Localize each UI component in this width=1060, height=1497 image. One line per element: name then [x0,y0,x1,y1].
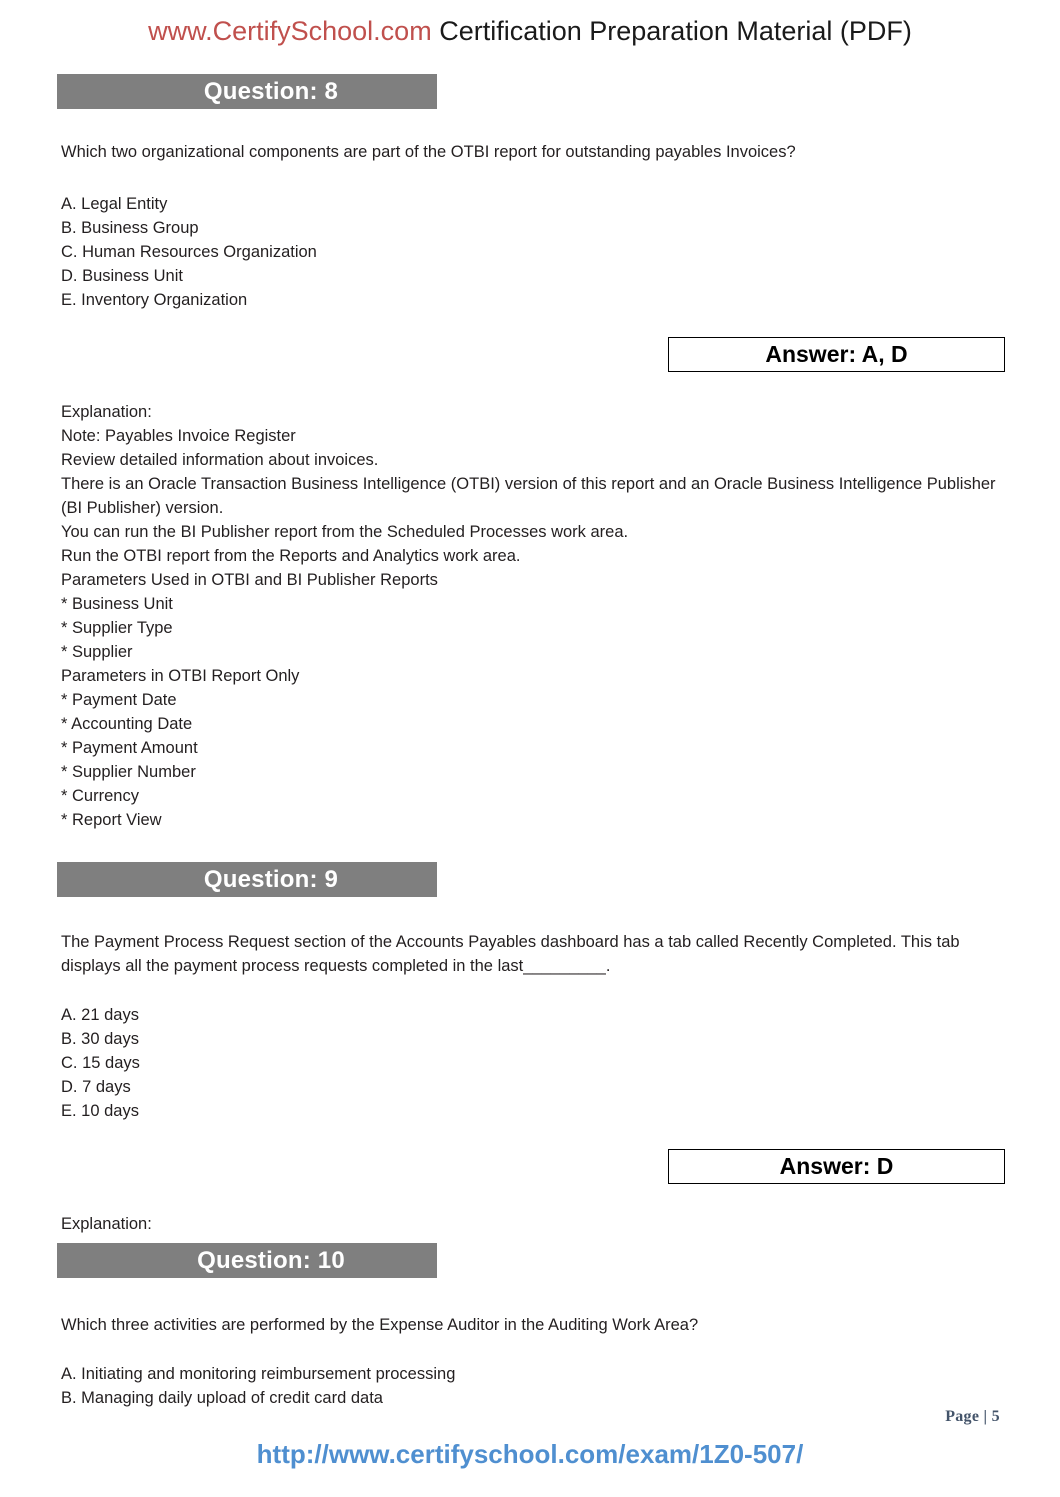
answer-box-9: Answer: D [668,1149,1005,1184]
option-8-d: D. Business Unit [61,267,183,285]
explanation-8-line-6: * Business Unit [61,595,173,613]
question-options-10: A. Initiating and monitoring reimburseme… [61,1362,761,1410]
explanation-8-line-15: * Report View [61,811,162,829]
explanation-8-line-9: Parameters in OTBI Report Only [61,667,300,685]
explanation-8-line-5: Parameters Used in OTBI and BI Publisher… [61,571,438,589]
explanation-label-9: Explanation: [61,1215,152,1233]
site-tagline: Certification Preparation Material (PDF) [431,16,912,46]
question-banner-9: Question: 9 [57,862,437,897]
option-8-a: A. Legal Entity [61,195,168,213]
question-stem-8: Which two organizational components are … [61,140,1001,164]
answer-box-8: Answer: A, D [668,337,1005,372]
question-options-9: A. 21 days B. 30 days C. 15 days D. 7 da… [61,1003,481,1123]
question-banner-10: Question: 10 [57,1243,437,1278]
explanation-8-line-10: * Payment Date [61,691,177,709]
explanation-8-line-2: There is an Oracle Transaction Business … [61,475,996,517]
question-stem-9-text: The Payment Process Request section of t… [61,933,960,975]
explanation-8-line-12: * Payment Amount [61,739,198,757]
option-10-a: A. Initiating and monitoring reimburseme… [61,1365,456,1383]
footer-url[interactable]: http://www.certifyschool.com/exam/1Z0-50… [0,1439,1060,1470]
option-9-c: C. 15 days [61,1054,140,1072]
explanation-8-line-1: Review detailed information about invoic… [61,451,379,469]
explanation-8-line-13: * Supplier Number [61,763,196,781]
site-brand: www.CertifySchool.com [148,16,432,46]
option-8-c: C. Human Resources Organization [61,243,317,261]
explanation-8: Explanation: Note: Payables Invoice Regi… [61,400,1001,832]
option-9-e: E. 10 days [61,1102,139,1120]
option-9-b: B. 30 days [61,1030,139,1048]
question-stem-9: The Payment Process Request section of t… [61,930,1001,978]
option-10-b: B. Managing daily upload of credit card … [61,1389,383,1407]
page-number: Page | 5 [945,1408,1000,1425]
page-header: www.CertifySchool.com Certification Prep… [0,14,1060,48]
explanation-8-line-3: You can run the BI Publisher report from… [61,523,629,541]
option-9-a: A. 21 days [61,1006,139,1024]
explanation-8-line-7: * Supplier Type [61,619,173,637]
pdf-page: www.CertifySchool.com Certification Prep… [0,0,1060,1497]
question-stem-10: Which three activities are performed by … [61,1313,1001,1337]
explanation-8-line-8: * Supplier [61,643,133,661]
explanation-8-line-4: Run the OTBI report from the Reports and… [61,547,521,565]
explanation-8-line-11: * Accounting Date [61,715,193,733]
explanation-8-line-0: Note: Payables Invoice Register [61,427,296,445]
question-banner-8: Question: 8 [57,74,437,109]
question-stem-10-text: Which three activities are performed by … [61,1316,699,1334]
explanation-9: Explanation: [61,1212,481,1236]
explanation-8-line-14: * Currency [61,787,139,805]
option-8-e: E. Inventory Organization [61,291,248,309]
option-8-b: B. Business Group [61,219,199,237]
question-options-8: A. Legal Entity B. Business Group C. Hum… [61,192,481,312]
option-9-d: D. 7 days [61,1078,131,1096]
explanation-label-8: Explanation: [61,403,152,421]
question-stem-8-text: Which two organizational components are … [61,143,796,161]
